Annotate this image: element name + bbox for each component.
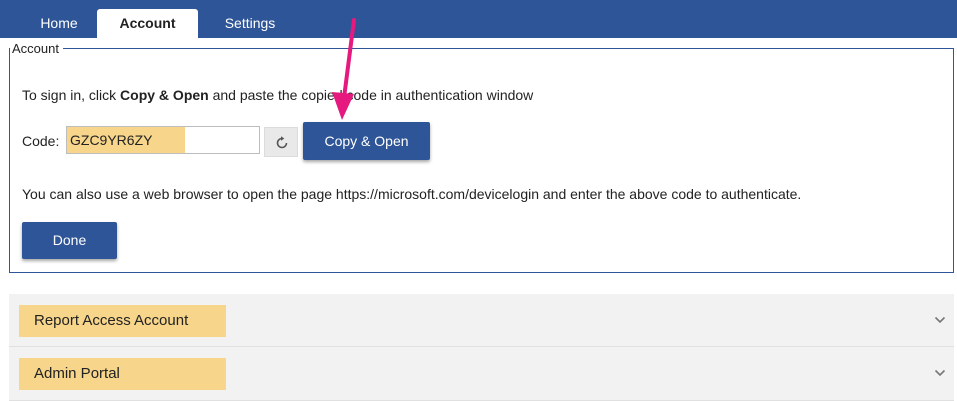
section-label: Admin Portal	[19, 358, 226, 390]
section-report-access-account[interactable]: Report Access Account	[9, 294, 954, 347]
browser-note: You can also use a web browser to open t…	[22, 186, 802, 202]
section-label: Report Access Account	[19, 305, 226, 337]
account-panel	[9, 48, 954, 273]
code-value: GZC9YR6ZY	[67, 127, 185, 153]
section-admin-portal[interactable]: Admin Portal	[9, 347, 954, 401]
refresh-icon	[276, 136, 288, 149]
code-label: Code:	[22, 133, 60, 149]
instruction-suffix: and paste the copied code in authenticat…	[208, 87, 534, 103]
refresh-button[interactable]	[264, 127, 298, 157]
tab-home[interactable]: Home	[33, 9, 85, 38]
sign-in-instruction: To sign in, click Copy & Open and paste …	[22, 87, 533, 103]
instruction-prefix: To sign in, click	[22, 87, 121, 103]
done-button[interactable]: Done	[22, 222, 117, 259]
annotation-arrow	[332, 18, 356, 120]
tab-account[interactable]: Account	[97, 9, 198, 38]
tab-bar: Home Account Settings	[0, 0, 957, 38]
chevron-down-icon[interactable]	[934, 369, 946, 377]
chevron-down-icon[interactable]	[934, 316, 946, 324]
code-field[interactable]: GZC9YR6ZY	[66, 126, 260, 154]
tab-settings[interactable]: Settings	[210, 9, 290, 38]
account-legend: Account	[10, 42, 63, 55]
instruction-bold: Copy & Open	[120, 87, 209, 103]
